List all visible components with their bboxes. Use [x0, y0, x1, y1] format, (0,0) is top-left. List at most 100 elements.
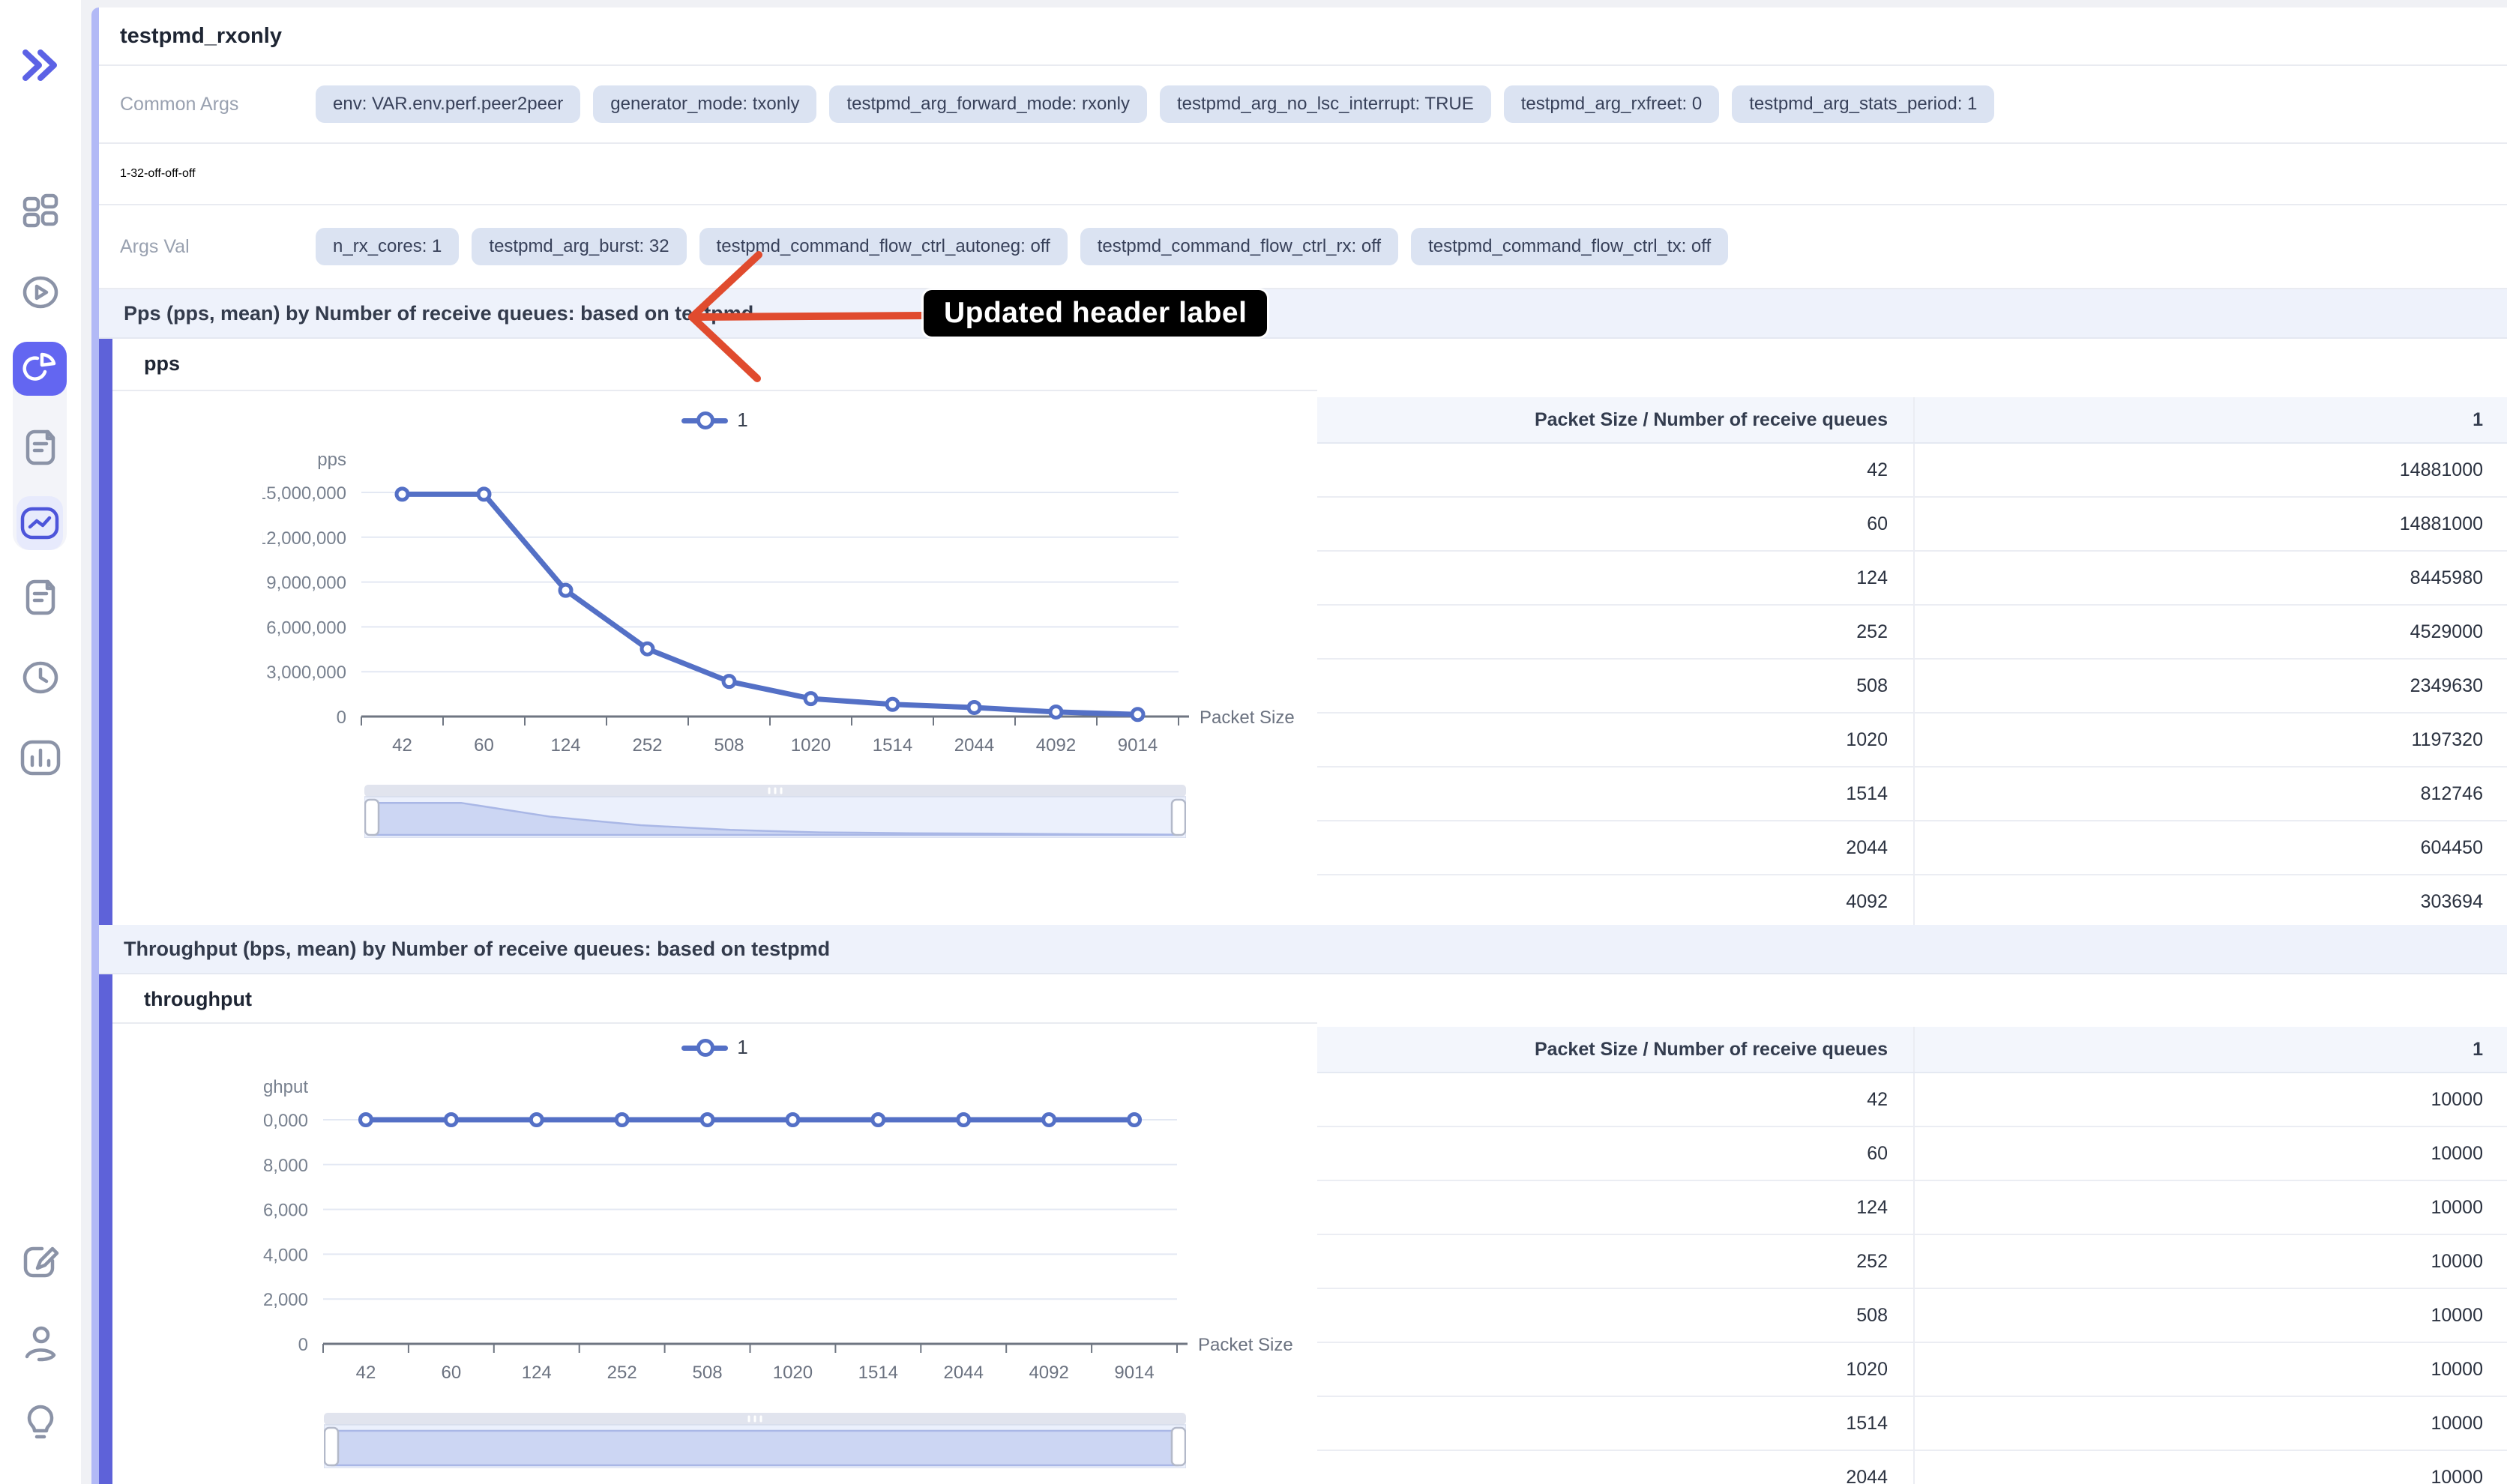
svg-text:Packet Size: Packet Size — [1198, 1335, 1293, 1355]
table-cell: 60 — [1317, 498, 1913, 550]
table-row: 6014881000 — [1317, 498, 2507, 552]
zoom-handle-right[interactable] — [1172, 1428, 1185, 1465]
case-title: 1-32-off-off-off — [120, 167, 196, 181]
table-cell: 2349630 — [1913, 660, 2507, 712]
pps-line-chart: 03,000,0006,000,0009,000,00012,000,00015… — [262, 420, 1349, 772]
throughput-zoom-slider[interactable] — [324, 1413, 1186, 1468]
throughput-card-title: throughput — [144, 988, 252, 1011]
arg-chip: testpmd_command_flow_ctrl_autoneg: off — [699, 228, 1068, 265]
svg-text:124: 124 — [550, 735, 580, 755]
table-header-cell: Packet Size / Number of receive queues — [1317, 397, 1913, 442]
svg-text:2044: 2044 — [944, 1363, 984, 1383]
table-cell: 10000 — [1913, 1181, 2507, 1234]
throughput-legend-label: 1 — [737, 1036, 747, 1059]
results-panel: testpmd_rxonly Common Args env: VAR.env.… — [91, 7, 2507, 1484]
svg-text:3,000,000: 3,000,000 — [266, 663, 346, 683]
arg-chip: env: VAR.env.perf.peer2peer — [316, 85, 580, 123]
pie-chart-icon[interactable] — [13, 342, 67, 396]
svg-text:0: 0 — [337, 708, 346, 728]
table-row: 10201197320 — [1317, 714, 2507, 767]
history-clock-icon[interactable] — [0, 660, 81, 696]
svg-text:2044: 2044 — [954, 735, 994, 755]
table-row: 151410000 — [1317, 1397, 2507, 1451]
table-cell: 508 — [1317, 660, 1913, 712]
pps-card-title: pps — [144, 352, 180, 375]
svg-text:pps: pps — [317, 450, 346, 470]
pps-card: pps 1 03,000,0006,000,0009,000,00012,000… — [99, 339, 2507, 925]
table-cell: 124 — [1317, 552, 1913, 604]
suite-title: testpmd_rxonly — [120, 24, 282, 49]
arg-chip: testpmd_arg_stats_period: 1 — [1732, 85, 1994, 123]
app-root: testpmd_rxonly Common Args env: VAR.env.… — [0, 0, 2507, 1484]
arg-chip: generator_mode: txonly — [593, 85, 816, 123]
pps-section-header-label: Pps (pps, mean) by Number of receive que… — [124, 302, 753, 325]
table-row: 25210000 — [1317, 1235, 2507, 1289]
table-cell: 252 — [1317, 606, 1913, 658]
svg-text:124: 124 — [522, 1363, 552, 1383]
line-chart-icon[interactable] — [16, 496, 63, 550]
table-cell: 60 — [1317, 1127, 1913, 1180]
document-icon[interactable] — [0, 579, 81, 616]
table-header-cell: 1 — [1913, 1027, 2507, 1072]
case-title-row: 1-32-off-off-off — [99, 144, 2507, 205]
edit-icon[interactable] — [0, 1243, 81, 1282]
zoom-handle-right[interactable] — [1172, 800, 1185, 835]
dashboard-grid-icon[interactable] — [0, 193, 81, 229]
common-args-label: Common Args — [120, 94, 316, 115]
table-cell: 1020 — [1317, 1343, 1913, 1396]
svg-text:9,000,000: 9,000,000 — [266, 573, 346, 594]
table-row: 12410000 — [1317, 1181, 2507, 1235]
table-header-cell: Packet Size / Number of receive queues — [1317, 1027, 1913, 1072]
bar-chart-icon[interactable] — [0, 739, 81, 776]
zoom-handle-left[interactable] — [325, 1428, 338, 1465]
table-row: 1248445980 — [1317, 552, 2507, 606]
svg-text:60: 60 — [474, 735, 494, 755]
table-row: 6010000 — [1317, 1127, 2507, 1181]
run-play-icon[interactable] — [0, 274, 81, 310]
svg-text:4092: 4092 — [1036, 735, 1076, 755]
args-val-label: Args Val — [120, 236, 316, 258]
throughput-section-header-label: Throughput (bps, mean) by Number of rece… — [124, 938, 830, 961]
table-cell: 1020 — [1317, 714, 1913, 766]
table-cell: 10000 — [1913, 1235, 2507, 1288]
svg-text:2,000: 2,000 — [263, 1290, 308, 1310]
args-val-row: Args Val n_rx_cores: 1testpmd_arg_burst:… — [99, 205, 2507, 289]
svg-text:508: 508 — [714, 735, 744, 755]
table-cell: 14881000 — [1913, 444, 2507, 496]
table-cell: 812746 — [1913, 767, 2507, 820]
svg-text:9014: 9014 — [1118, 735, 1158, 755]
table-row: 102010000 — [1317, 1343, 2507, 1397]
svg-text:6,000: 6,000 — [263, 1201, 308, 1221]
arg-chip: testpmd_arg_burst: 32 — [472, 228, 686, 265]
svg-text:6,000,000: 6,000,000 — [266, 618, 346, 638]
common-args-row: Common Args env: VAR.env.perf.peer2peer g… — [99, 66, 2507, 144]
svg-text:508: 508 — [693, 1363, 723, 1383]
table-cell: 2044 — [1317, 821, 1913, 874]
table-cell: 42 — [1317, 444, 1913, 496]
common-args-chips: env: VAR.env.perf.peer2peer generator_mod… — [316, 85, 1994, 123]
table-cell: 2044 — [1317, 1451, 1913, 1484]
table-row: 2044604450 — [1317, 821, 2507, 875]
table-cell: 508 — [1317, 1289, 1913, 1342]
svg-text:252: 252 — [607, 1363, 637, 1383]
ideas-lightbulb-icon[interactable] — [0, 1403, 81, 1442]
pps-data-table: Packet Size / Number of receive queues14… — [1317, 397, 2507, 925]
table-cell: 1514 — [1317, 767, 1913, 820]
throughput-legend-item[interactable]: 1 — [681, 1036, 747, 1059]
throughput-card: throughput 1 02,0004,0006,0008,00010,000… — [99, 974, 2507, 1484]
table-row: 50810000 — [1317, 1289, 2507, 1343]
sidebar — [0, 0, 81, 1484]
pps-zoom-slider[interactable] — [364, 785, 1186, 838]
user-icon[interactable] — [0, 1325, 81, 1364]
table-cell: 303694 — [1913, 875, 2507, 925]
svg-text:Packet Size: Packet Size — [1200, 708, 1295, 728]
table-cell: 10000 — [1913, 1451, 2507, 1484]
table-row: 1514812746 — [1317, 767, 2507, 821]
report-document-icon[interactable] — [0, 429, 81, 466]
zoom-handle-left[interactable] — [365, 800, 379, 835]
divider — [112, 390, 1317, 391]
legend-line-marker-icon — [681, 1037, 728, 1058]
table-cell: 1514 — [1317, 1397, 1913, 1450]
expand-sidebar-icon[interactable] — [0, 46, 81, 84]
throughput-legend-wrap: 1 — [112, 1036, 1317, 1059]
